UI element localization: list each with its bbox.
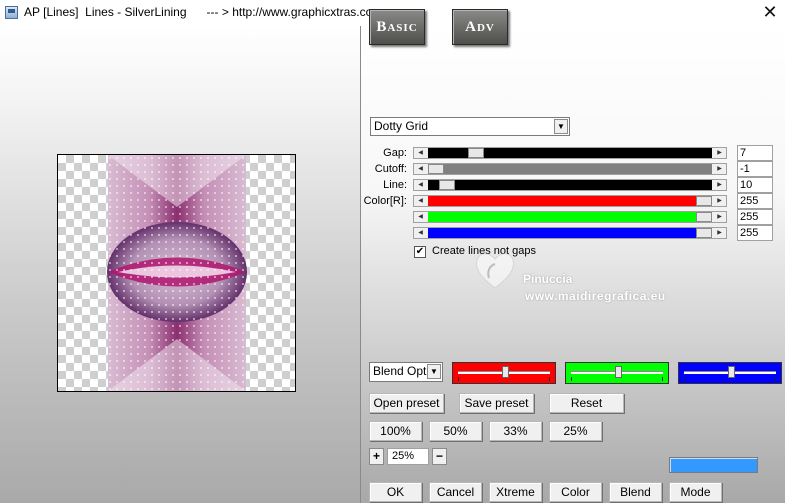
blend-color-slider[interactable] [452, 362, 556, 384]
create-lines-label: Create lines not gaps [432, 245, 536, 257]
window-title: AP [Lines] Lines - SilverLining --- > ht… [24, 5, 383, 19]
zoom-100-button[interactable]: 100% [369, 421, 422, 441]
blend-color-slider[interactable] [565, 362, 669, 384]
slider-value-field[interactable]: -1 [737, 161, 773, 177]
slider-thumb[interactable] [468, 148, 484, 158]
reset-button[interactable]: Reset [549, 393, 624, 413]
arrow-left-icon[interactable]: ◀ [414, 212, 427, 222]
slider-label: Cutoff: [374, 163, 407, 175]
arrow-left-icon[interactable]: ◀ [414, 148, 427, 158]
slider-fill [428, 164, 712, 174]
blend-button[interactable]: Blend [609, 482, 662, 502]
close-icon[interactable]: ✕ [761, 2, 779, 22]
blend-slider-knob[interactable] [615, 366, 622, 378]
slider-label: Color[R]: [363, 195, 407, 207]
blend-slider-knob[interactable] [728, 366, 735, 378]
open-preset-button[interactable]: Open preset [369, 393, 444, 413]
blend-options-select[interactable]: Blend Optio ▼ [369, 362, 443, 382]
zoom-50-button[interactable]: 50% [429, 421, 482, 441]
slider-thumb[interactable] [439, 180, 455, 190]
slider-value-field[interactable]: 7 [737, 145, 773, 161]
zoom-increase-button[interactable]: + [369, 448, 384, 465]
arrow-right-icon[interactable]: ▶ [713, 196, 726, 206]
slider-value-field[interactable]: 255 [737, 193, 773, 209]
slider-thumb[interactable] [696, 196, 712, 206]
slider-track[interactable]: ◀ ▶ [413, 227, 727, 239]
slider-thumb[interactable] [696, 212, 712, 222]
preview-pane [0, 26, 360, 503]
arrow-left-icon[interactable]: ◀ [414, 228, 427, 238]
mode-select-value: Dotty Grid [374, 119, 429, 133]
arrow-left-icon[interactable]: ◀ [414, 196, 427, 206]
slider-value-field[interactable]: 10 [737, 177, 773, 193]
cancel-button[interactable]: Cancel [429, 482, 482, 502]
arrow-right-icon[interactable]: ▶ [713, 212, 726, 222]
xtreme-button[interactable]: Xtreme [489, 482, 542, 502]
slider-label: Gap: [383, 147, 407, 159]
slider-thumb[interactable] [696, 228, 712, 238]
zoom-25-button[interactable]: 25% [549, 421, 602, 441]
slider-fill [428, 212, 712, 222]
zoom-value-field[interactable]: 25% [387, 448, 429, 465]
mode-select[interactable]: Dotty Grid ▼ [370, 117, 570, 136]
chevron-down-icon[interactable]: ▼ [554, 119, 568, 134]
arrow-right-icon[interactable]: ▶ [713, 180, 726, 190]
preview-image [57, 154, 296, 392]
blend-slider-knob[interactable] [502, 366, 509, 378]
slider-fill [428, 228, 712, 238]
slider-label: Line: [383, 179, 407, 191]
slider-track[interactable]: ◀ ▶ [413, 179, 727, 191]
zoom-spinner: + 25% − [369, 448, 449, 465]
slider-fill [428, 196, 712, 206]
tab-basic[interactable]: Basic [369, 9, 425, 45]
preview-graphic [107, 155, 247, 391]
zoom-decrease-button[interactable]: − [432, 448, 447, 465]
ok-button[interactable]: OK [369, 482, 422, 502]
arrow-right-icon[interactable]: ▶ [713, 164, 726, 174]
slider-thumb[interactable] [428, 164, 444, 174]
app-icon [5, 6, 18, 19]
color-button[interactable]: Color [549, 482, 602, 502]
zoom-33-button[interactable]: 33% [489, 421, 542, 441]
slider-track[interactable]: ◀ ▶ [413, 163, 727, 175]
blend-color-slider[interactable] [678, 362, 782, 384]
arrow-left-icon[interactable]: ◀ [414, 180, 427, 190]
slider-track[interactable]: ◀ ▶ [413, 147, 727, 159]
mode-button[interactable]: Mode [669, 482, 722, 502]
arrow-right-icon[interactable]: ▶ [713, 228, 726, 238]
create-lines-checkbox[interactable]: ✔ [414, 246, 426, 258]
slider-value-field[interactable]: 255 [737, 209, 773, 225]
slider-value-field[interactable]: 255 [737, 225, 773, 241]
arrow-right-icon[interactable]: ▶ [713, 148, 726, 158]
color-swatch[interactable] [669, 457, 758, 473]
slider-fill [428, 180, 712, 190]
tab-adv[interactable]: Adv [452, 9, 508, 45]
save-preset-button[interactable]: Save preset [459, 393, 534, 413]
slider-track[interactable]: ◀ ▶ [413, 211, 727, 223]
slider-track[interactable]: ◀ ▶ [413, 195, 727, 207]
arrow-left-icon[interactable]: ◀ [414, 164, 427, 174]
chevron-down-icon[interactable]: ▼ [427, 364, 441, 379]
